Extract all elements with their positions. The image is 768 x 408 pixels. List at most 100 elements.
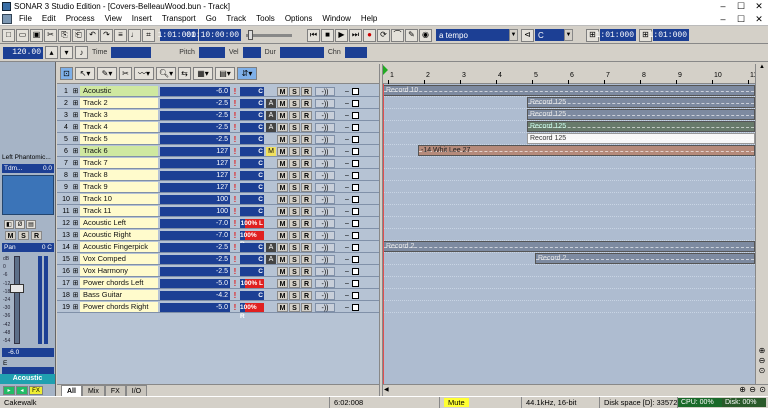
pencil-tool-icon[interactable]: ✎▾ (97, 67, 117, 80)
track-pan[interactable]: C (240, 242, 264, 252)
track-mute-button[interactable]: M (277, 182, 288, 192)
menu-options[interactable]: Options (280, 13, 318, 25)
track-mute-button[interactable]: M (277, 194, 288, 204)
track-maximize-icon[interactable] (352, 303, 359, 311)
track-pan[interactable]: 100% R (240, 230, 264, 248)
track-maximize-icon[interactable] (352, 195, 359, 203)
mdi-restore-button[interactable]: ☐ (732, 14, 750, 25)
track-pan[interactable]: C (240, 290, 264, 300)
open-icon[interactable]: ▭ (16, 28, 29, 42)
tab-all[interactable]: All (61, 385, 82, 396)
fx-button[interactable]: FX (29, 386, 43, 395)
track-row[interactable]: 6 ⊞ Track 6 127! C M M S R -)) – (57, 146, 379, 157)
loop-icon[interactable]: ⟳ (377, 28, 390, 42)
track-row[interactable]: 15 ⊞ Vox Comped -2.5! C A M S R -)) – (57, 254, 379, 265)
track-mute-button[interactable]: M (277, 170, 288, 180)
track-minimize-icon[interactable]: – (343, 232, 351, 239)
track-archive-flag[interactable]: A (266, 110, 276, 120)
track-maximize-icon[interactable] (352, 279, 359, 287)
track-archive-flag[interactable]: M (266, 146, 276, 156)
track-volume[interactable]: -5.0 (160, 302, 230, 312)
track-output[interactable]: -)) (315, 146, 335, 156)
track-archive-flag[interactable] (266, 87, 276, 96)
track-mute-button[interactable]: M (277, 110, 288, 120)
track-pan[interactable]: 100% R (240, 302, 264, 320)
track-record-button[interactable]: R (301, 278, 312, 288)
track-fold-icon[interactable]: ⊞ (71, 87, 80, 95)
widen-icon[interactable]: ▸ (3, 386, 15, 395)
track-name[interactable]: Track 6 (80, 146, 158, 156)
track-fold-icon[interactable]: ⊞ (71, 207, 80, 215)
audio-clip[interactable]: Record 10 (383, 85, 755, 96)
mdi-minimize-button[interactable]: – (714, 14, 732, 25)
audio-clip[interactable]: -14 Whit Lee 27 (418, 145, 755, 156)
track-name[interactable]: Track 8 (80, 170, 158, 180)
track-record-button[interactable]: R (301, 290, 312, 300)
tab-fx[interactable]: FX (104, 385, 126, 396)
close-button[interactable]: ✕ (750, 1, 768, 12)
vel-field[interactable] (242, 47, 261, 58)
track-name[interactable]: Bass Guitar (80, 290, 158, 300)
track-name[interactable]: Track 9 (80, 182, 158, 192)
track-fold-icon[interactable]: ⊞ (71, 291, 80, 299)
track-volume[interactable]: -2.5 (160, 254, 230, 264)
track-mute-button[interactable]: M (277, 254, 288, 264)
track-pan[interactable]: C (240, 110, 264, 120)
inspector-record-button[interactable]: R (31, 231, 42, 240)
scroll-up-icon[interactable]: ▲ (757, 64, 767, 74)
clip-lane[interactable] (383, 181, 755, 193)
track-fold-icon[interactable]: ⊞ (71, 243, 80, 251)
track-volume[interactable]: -2.5 (160, 122, 230, 132)
mode-select[interactable]: a tempo ▼ (436, 29, 518, 41)
track-maximize-icon[interactable] (352, 99, 359, 107)
track-mute-button[interactable]: M (277, 158, 288, 168)
vertical-scrollbar[interactable]: ▲ ⊕ ⊖ ⊙ (755, 64, 768, 384)
track-name[interactable]: Track 11 (80, 206, 158, 216)
audio-clip[interactable]: Record 125 (527, 133, 755, 144)
track-name[interactable]: Acoustic Left (80, 218, 158, 228)
stop-icon[interactable]: ■ (321, 28, 334, 42)
track-mute-button[interactable]: M (277, 302, 288, 312)
undo-icon[interactable]: ↶ (86, 28, 99, 42)
track-archive-flag[interactable]: A (266, 242, 276, 252)
track-volume[interactable]: 127 (160, 170, 230, 180)
audio-clip[interactable]: Record 125 (527, 97, 755, 108)
track-volume[interactable]: 127 (160, 146, 230, 156)
audio-clip[interactable]: Record 2 (383, 241, 755, 252)
track-maximize-icon[interactable] (352, 159, 359, 167)
now-time-marker[interactable] (383, 84, 384, 384)
time-field[interactable] (111, 47, 152, 58)
clip-lane[interactable] (383, 217, 755, 229)
clip-lane[interactable] (383, 265, 755, 277)
midi-panic-icon[interactable]: ◉ (419, 28, 432, 42)
clip-lane[interactable] (383, 289, 755, 301)
menu-insert[interactable]: Insert (127, 13, 157, 25)
track-record-button[interactable]: R (301, 266, 312, 276)
inspector-track-name[interactable]: Acoustic (0, 374, 55, 384)
track-mute-button[interactable]: M (277, 278, 288, 288)
track-maximize-icon[interactable] (352, 111, 359, 119)
track-solo-button[interactable]: S (289, 206, 300, 216)
right-time-display-2[interactable]: 1:01:000 (649, 29, 689, 41)
dur-field[interactable] (279, 47, 324, 58)
track-record-button[interactable]: R (301, 254, 312, 264)
track-pan[interactable]: C (240, 98, 264, 108)
track-output[interactable]: -)) (315, 182, 335, 192)
audio-clip[interactable]: Record 125 (527, 121, 755, 132)
menu-view[interactable]: View (100, 13, 127, 25)
mdi-close-button[interactable]: ✕ (750, 14, 768, 25)
tempo-map-icon[interactable]: ♪ (75, 46, 88, 59)
lane-options-icon[interactable]: ⇵▾ (237, 67, 257, 80)
track-minimize-icon[interactable]: – (343, 112, 351, 119)
right-time-display-1[interactable]: 1:01:000 (596, 29, 636, 41)
track-row[interactable]: 10 ⊞ Track 10 100! C M S R -)) – (57, 194, 379, 205)
zoom-fit-icon[interactable]: ⊙ (757, 366, 767, 375)
track-volume[interactable]: 127 (160, 158, 230, 168)
track-minimize-icon[interactable]: – (343, 88, 351, 95)
plugin-slot[interactable]: Tdm... 0.0 (2, 164, 54, 173)
track-maximize-icon[interactable] (352, 147, 359, 155)
clip-lane[interactable] (383, 205, 755, 217)
track-maximize-icon[interactable] (352, 231, 359, 239)
track-name[interactable]: Track 4 (80, 122, 158, 132)
track-minimize-icon[interactable]: – (343, 220, 351, 227)
